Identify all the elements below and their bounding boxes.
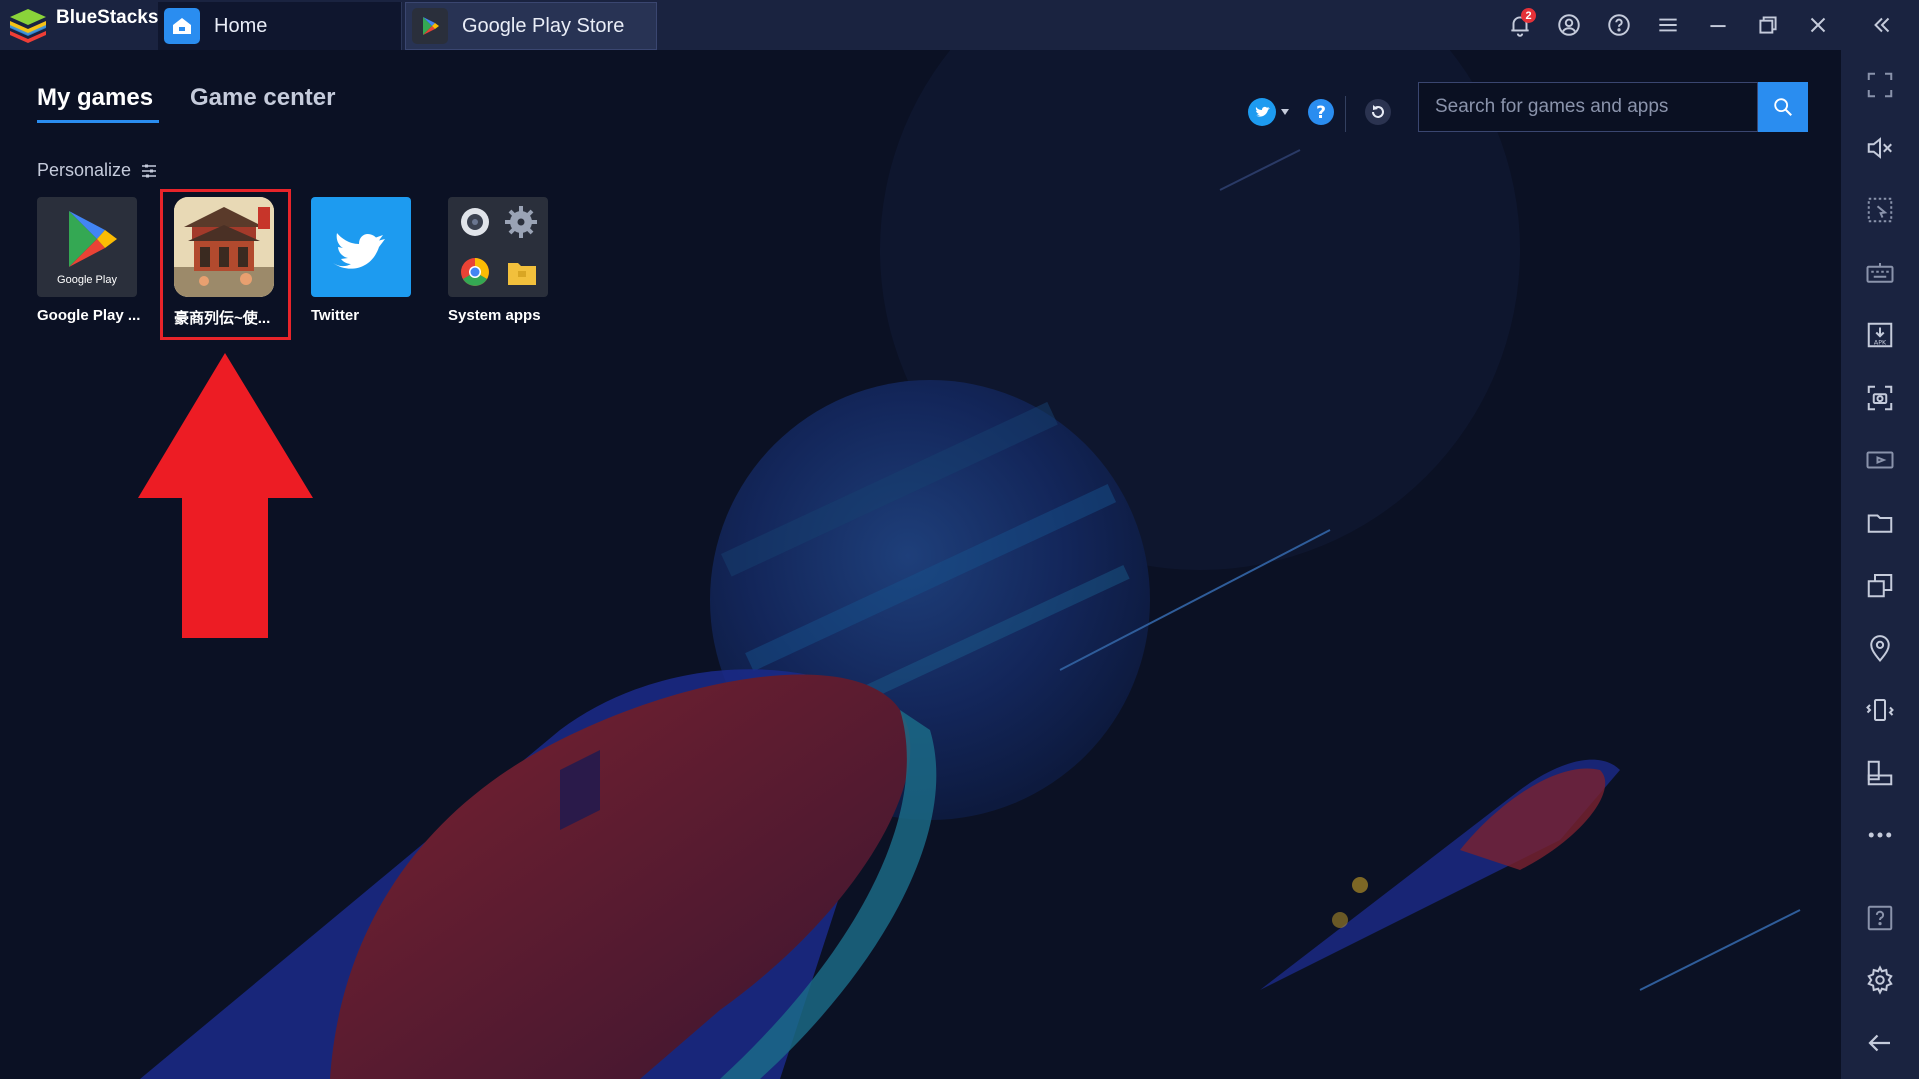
back-arrow-icon[interactable] bbox=[1862, 1025, 1898, 1061]
tab-game-center[interactable]: Game center bbox=[190, 84, 335, 112]
toolbar-divider bbox=[1345, 96, 1346, 132]
menu-icon[interactable] bbox=[1652, 9, 1684, 41]
location-icon[interactable] bbox=[1862, 630, 1898, 666]
app-brand: BlueStacks bbox=[56, 7, 159, 28]
more-options-icon[interactable] bbox=[1862, 817, 1898, 853]
minimize-icon[interactable] bbox=[1702, 9, 1734, 41]
tab-label: Home bbox=[214, 14, 268, 37]
notification-bell-icon[interactable]: 2 bbox=[1504, 8, 1536, 41]
help-icon[interactable] bbox=[1603, 9, 1635, 41]
highlight-box bbox=[160, 189, 291, 340]
close-icon[interactable] bbox=[1802, 9, 1834, 41]
title-bar: BlueStacks Home Google Play Store 2 bbox=[0, 0, 1919, 50]
settings-gear-icon[interactable] bbox=[1862, 962, 1898, 998]
search-button[interactable] bbox=[1758, 82, 1808, 132]
folder-icon[interactable] bbox=[1862, 505, 1898, 541]
google-play-icon bbox=[412, 8, 448, 44]
fullscreen-icon[interactable] bbox=[1862, 67, 1898, 103]
google-play-icon: Google Play bbox=[37, 197, 137, 297]
record-video-icon[interactable] bbox=[1862, 442, 1898, 478]
notification-badge: 2 bbox=[1521, 8, 1536, 23]
twitter-icon bbox=[311, 197, 411, 297]
app-label: Twitter bbox=[311, 307, 360, 324]
chevron-down-icon[interactable] bbox=[1280, 108, 1290, 116]
personalize-button[interactable]: Personalize bbox=[37, 160, 157, 181]
search-icon bbox=[1774, 98, 1792, 116]
home-icon bbox=[164, 8, 200, 44]
help-box-icon[interactable] bbox=[1862, 900, 1898, 936]
tab-label: Google Play Store bbox=[462, 14, 625, 37]
refresh-icon[interactable] bbox=[1363, 97, 1393, 127]
shake-icon[interactable] bbox=[1862, 692, 1898, 728]
account-icon[interactable] bbox=[1553, 9, 1585, 41]
svg-text:?: ? bbox=[1316, 103, 1326, 123]
twitter-share-icon[interactable] bbox=[1247, 97, 1277, 127]
app-system-apps[interactable]: System apps bbox=[448, 197, 550, 324]
svg-text:APK: APK bbox=[1874, 339, 1887, 346]
google-play-tile-text: Google Play bbox=[57, 274, 117, 286]
system-apps-icon bbox=[448, 197, 548, 297]
app-label: Google Play ... bbox=[37, 307, 141, 324]
bluestacks-logo-icon bbox=[10, 9, 46, 43]
active-tab-indicator bbox=[37, 120, 159, 123]
personalize-label: Personalize bbox=[37, 160, 132, 180]
help-circle-icon[interactable]: ? bbox=[1306, 97, 1336, 127]
right-sidebar: APK bbox=[1841, 50, 1919, 1079]
mute-icon[interactable] bbox=[1862, 130, 1898, 166]
keyboard-icon[interactable] bbox=[1862, 255, 1898, 291]
app-google-play[interactable]: Google Play Google Play ... bbox=[37, 197, 141, 324]
red-arrow-annotation bbox=[138, 353, 313, 638]
collapse-sidebar-icon[interactable] bbox=[1866, 9, 1898, 41]
app-label: System apps bbox=[448, 307, 541, 324]
multi-instance-icon[interactable] bbox=[1862, 567, 1898, 603]
main-content: My games Game center ? Personalize bbox=[0, 50, 1841, 1079]
tab-google-play-store[interactable]: Google Play Store bbox=[405, 2, 657, 50]
search-box bbox=[1418, 82, 1758, 132]
install-apk-icon[interactable]: APK bbox=[1862, 317, 1898, 353]
rotate-icon[interactable] bbox=[1862, 755, 1898, 791]
cursor-select-icon[interactable] bbox=[1862, 192, 1898, 228]
restore-icon[interactable] bbox=[1752, 9, 1784, 41]
tab-home[interactable]: Home bbox=[158, 2, 402, 50]
screenshot-icon[interactable] bbox=[1862, 380, 1898, 416]
app-twitter[interactable]: Twitter bbox=[311, 197, 413, 324]
tab-my-games[interactable]: My games bbox=[37, 84, 153, 112]
search-input[interactable] bbox=[1419, 83, 1757, 131]
settings-sliders-icon bbox=[142, 164, 157, 177]
